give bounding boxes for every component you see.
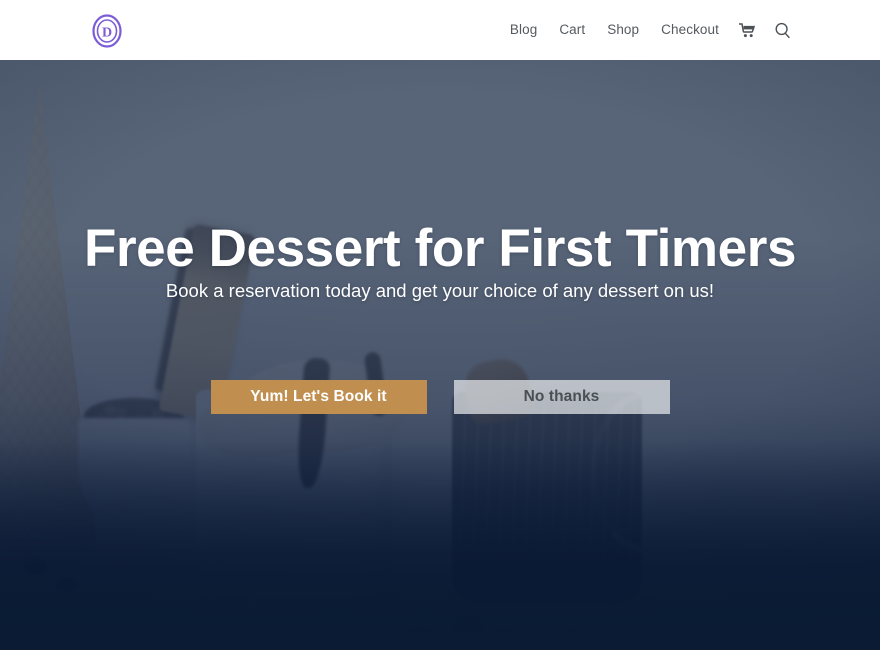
divi-logo-icon: D (92, 14, 122, 48)
divi-logo[interactable]: D (88, 12, 126, 50)
svg-text:D: D (102, 26, 112, 41)
site-header: D Blog Cart Shop Checkout (0, 0, 880, 60)
book-now-button[interactable]: Yum! Let's Book it (210, 380, 427, 414)
hero-content: Free Dessert for First Timers Book a res… (0, 60, 880, 650)
shopping-cart-icon[interactable] (730, 22, 765, 38)
page-root: D Blog Cart Shop Checkout Free Dessert f… (0, 0, 880, 650)
hero-subtitle: Book a reservation today and get your ch… (165, 280, 715, 301)
hero-section: Free Dessert for First Timers Book a res… (0, 60, 880, 650)
nav-item-checkout[interactable]: Checkout (650, 0, 730, 60)
search-icon[interactable] (765, 22, 800, 39)
primary-navigation: Blog Cart Shop Checkout (499, 0, 800, 60)
hero-title: Free Dessert for First Timers (83, 219, 797, 278)
nav-item-shop[interactable]: Shop (596, 0, 650, 60)
hero-action-buttons: Yum! Let's Book it No thanks (0, 380, 880, 414)
no-thanks-button[interactable]: No thanks (453, 380, 670, 414)
nav-item-cart[interactable]: Cart (548, 0, 596, 60)
nav-item-blog[interactable]: Blog (499, 0, 548, 60)
